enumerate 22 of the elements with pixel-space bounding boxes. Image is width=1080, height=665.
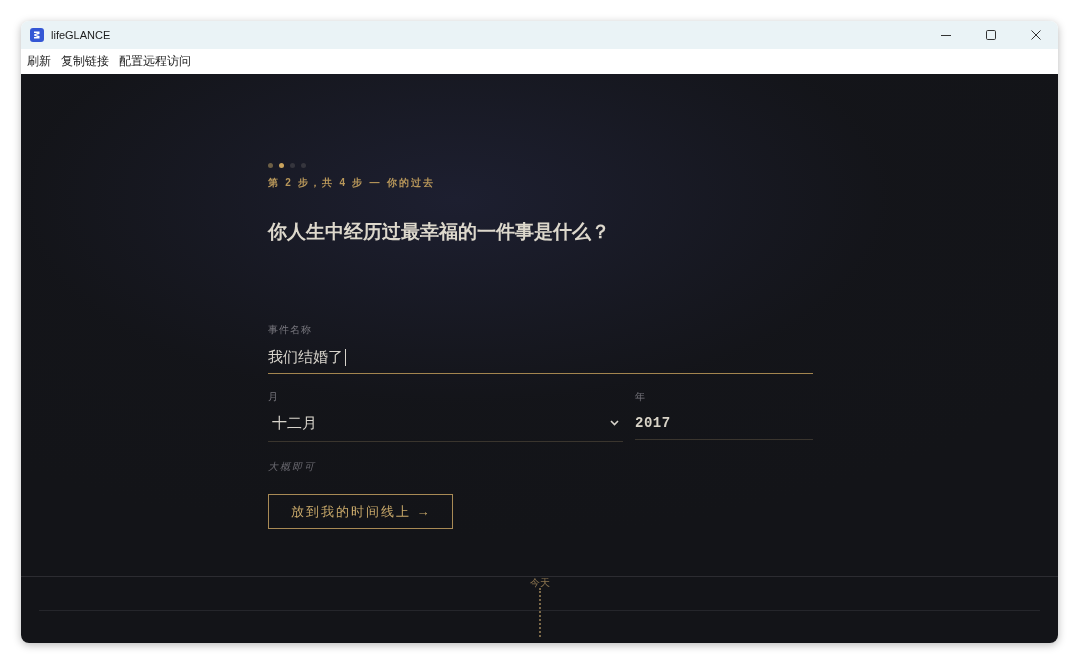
question-heading: 你人生中经历过最幸福的一件事是什么？ [268,219,610,244]
month-select[interactable]: 十二月 [268,413,623,442]
field-label: 年 [635,391,646,403]
hint-text: 大概即可 [268,461,316,473]
maximize-icon [985,30,996,40]
add-to-timeline-button[interactable]: 放到我的时间线上 → [268,494,453,529]
menu-item[interactable]: 配置远程访问 [119,54,191,69]
event-name-field[interactable]: 我们结婚了 [268,347,813,374]
text-cursor-icon [345,348,346,366]
window-title: lifeGLANCE [51,29,111,41]
minimize-icon [940,34,951,36]
field-label: 月 [268,391,279,403]
menu-item[interactable]: 复制链接 [61,54,109,69]
close-icon [1030,30,1041,40]
menu-item[interactable]: 刷新 [27,54,51,69]
app-logo-icon [30,28,44,42]
step-label: 第 2 步，共 4 步 — 你的过去 [268,176,436,190]
chevron-down-icon [610,420,619,426]
today-label: 今天 [529,577,550,588]
today-marker [538,588,541,637]
year-field[interactable]: 2017 [635,413,813,440]
field-label: 事件名称 [268,324,312,336]
